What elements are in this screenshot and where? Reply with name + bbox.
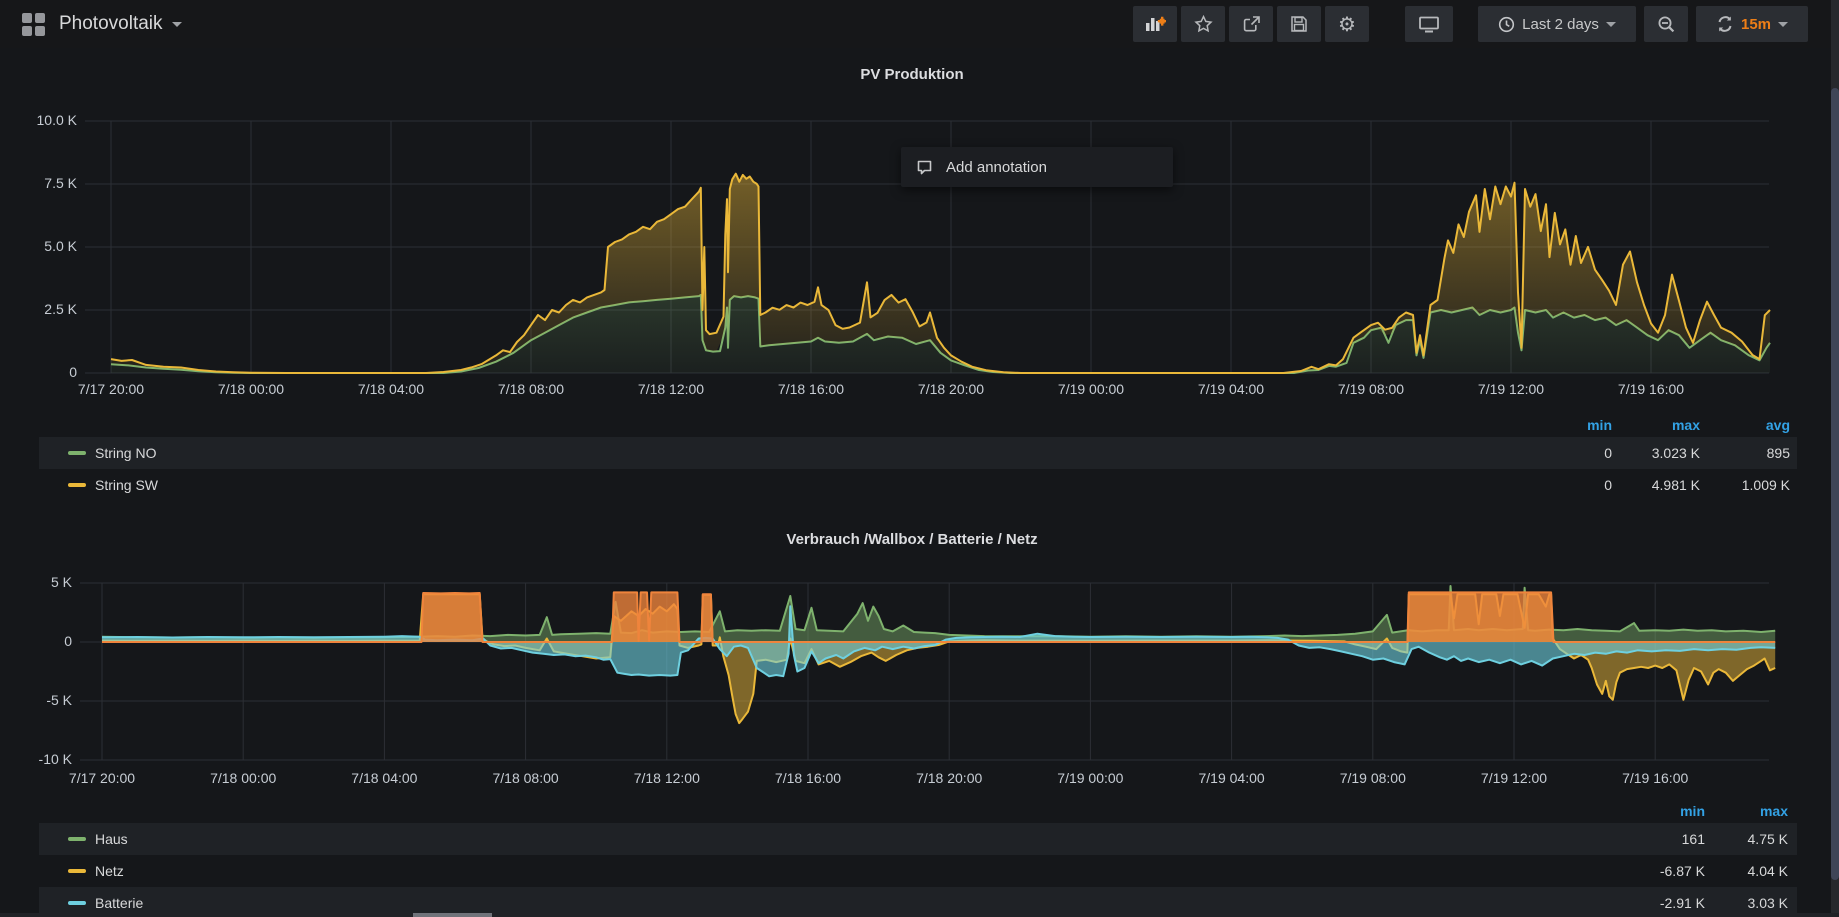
x-tick-label: 7/19 08:00 [1313,770,1433,786]
horizontal-scrollbar-track[interactable] [0,913,1839,917]
x-tick-label: 7/19 00:00 [1031,381,1151,397]
legend-swatch-Netz[interactable] [68,869,86,873]
add-annotation-menu-item[interactable]: Add annotation [901,147,1173,187]
x-tick-label: 7/18 12:00 [611,381,731,397]
x-tick-label: 7/19 04:00 [1172,770,1292,786]
legend-swatch-Haus[interactable] [68,837,86,841]
x-tick-label: 7/18 20:00 [889,770,1009,786]
y-tick-label: 7.5 K [0,175,77,191]
add-annotation-label: Add annotation [946,159,1047,176]
x-tick-label: 7/19 12:00 [1451,381,1571,397]
comment-bubble-icon [916,159,933,176]
x-tick-label: 7/18 16:00 [748,770,868,786]
x-tick-label: 7/19 12:00 [1454,770,1574,786]
legend-series-Netz[interactable]: Netz [95,863,124,879]
panel-title-verbrauch[interactable]: Verbrauch /Wallbox / Batterie / Netz [0,531,1824,548]
legend-swatch-String SW[interactable] [68,483,86,487]
y-tick-label: -10 K [0,751,72,767]
y-tick-label: 5.0 K [0,238,77,254]
legend-stat-header-avg[interactable]: avg [1680,417,1790,433]
legend-series-String NO[interactable]: String NO [95,445,156,461]
y-tick-label: 2.5 K [0,301,77,317]
x-tick-label: 7/18 04:00 [331,381,451,397]
x-tick-label: 7/17 20:00 [51,381,171,397]
x-tick-label: 7/18 08:00 [471,381,591,397]
horizontal-scrollbar-thumb[interactable] [413,913,492,917]
grafana-dashboard: { "navbar": { "dashboard_title": "Photov… [0,0,1839,917]
x-tick-label: 7/19 16:00 [1591,381,1711,397]
legend-stat-value: 895 [1660,445,1790,461]
x-tick-label: 7/18 00:00 [183,770,303,786]
x-tick-label: 7/18 04:00 [324,770,444,786]
x-tick-label: 7/19 04:00 [1171,381,1291,397]
legend-series-String SW[interactable]: String SW [95,477,158,493]
x-tick-label: 7/19 00:00 [1030,770,1150,786]
legend-swatch-String NO[interactable] [68,451,86,455]
x-tick-label: 7/17 20:00 [42,770,162,786]
x-tick-label: 7/18 16:00 [751,381,871,397]
x-tick-label: 7/18 12:00 [607,770,727,786]
legend-stat-value: 1.009 K [1660,477,1790,493]
y-tick-label: 5 K [0,574,72,590]
vertical-scrollbar-thumb[interactable] [1831,88,1839,880]
legend-stat-value: 4.04 K [1658,863,1788,879]
legend-series-Haus[interactable]: Haus [95,831,128,847]
x-tick-label: 7/19 16:00 [1595,770,1715,786]
series-line-String SW [111,174,1770,373]
legend-stat-value: 3.03 K [1658,895,1788,911]
y-tick-label: 10.0 K [0,112,77,128]
x-tick-label: 7/18 20:00 [891,381,1011,397]
x-tick-label: 7/18 08:00 [466,770,586,786]
panel-title-pv-produktion[interactable]: PV Produktion [0,66,1824,83]
legend-stat-value: 4.75 K [1658,831,1788,847]
y-tick-label: 0 [0,364,77,380]
x-tick-label: 7/19 08:00 [1311,381,1431,397]
y-tick-label: -5 K [0,692,72,708]
legend-series-Batterie[interactable]: Batterie [95,895,143,911]
legend-swatch-Batterie[interactable] [68,901,86,905]
legend-stat-header-max[interactable]: max [1678,803,1788,819]
y-tick-label: 0 [0,633,72,649]
x-tick-label: 7/18 00:00 [191,381,311,397]
legend-row-highlight [39,823,1797,855]
